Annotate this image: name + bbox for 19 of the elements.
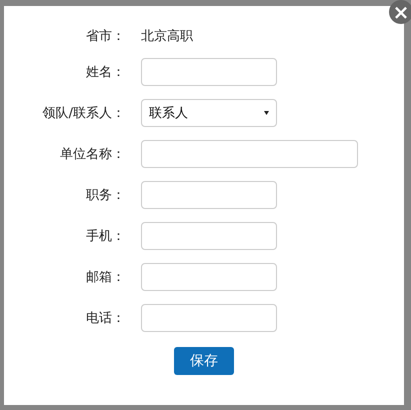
input-field[interactable] — [141, 304, 277, 332]
input-field[interactable] — [141, 140, 358, 168]
field-label: 单位名称： — [59, 146, 125, 163]
field-label: 邮箱： — [85, 269, 125, 286]
save-button[interactable]: 保存 — [174, 347, 234, 375]
select-field[interactable]: 联系人 — [141, 99, 277, 127]
field-label: 姓名： — [85, 64, 125, 81]
field-label: 领队/联系人： — [42, 105, 125, 122]
field-label: 手机： — [85, 228, 125, 245]
field-value: 北京高职 — [141, 28, 194, 44]
caret-icon — [264, 111, 269, 115]
field-label: 职务： — [85, 187, 125, 204]
field-label: 电话： — [85, 310, 125, 327]
input-field[interactable] — [141, 181, 277, 209]
input-field[interactable] — [141, 222, 277, 250]
input-field[interactable] — [141, 58, 277, 86]
close-button[interactable]: × — [389, 0, 411, 24]
field-label: 省市： — [85, 28, 125, 45]
input-field[interactable] — [141, 263, 277, 291]
